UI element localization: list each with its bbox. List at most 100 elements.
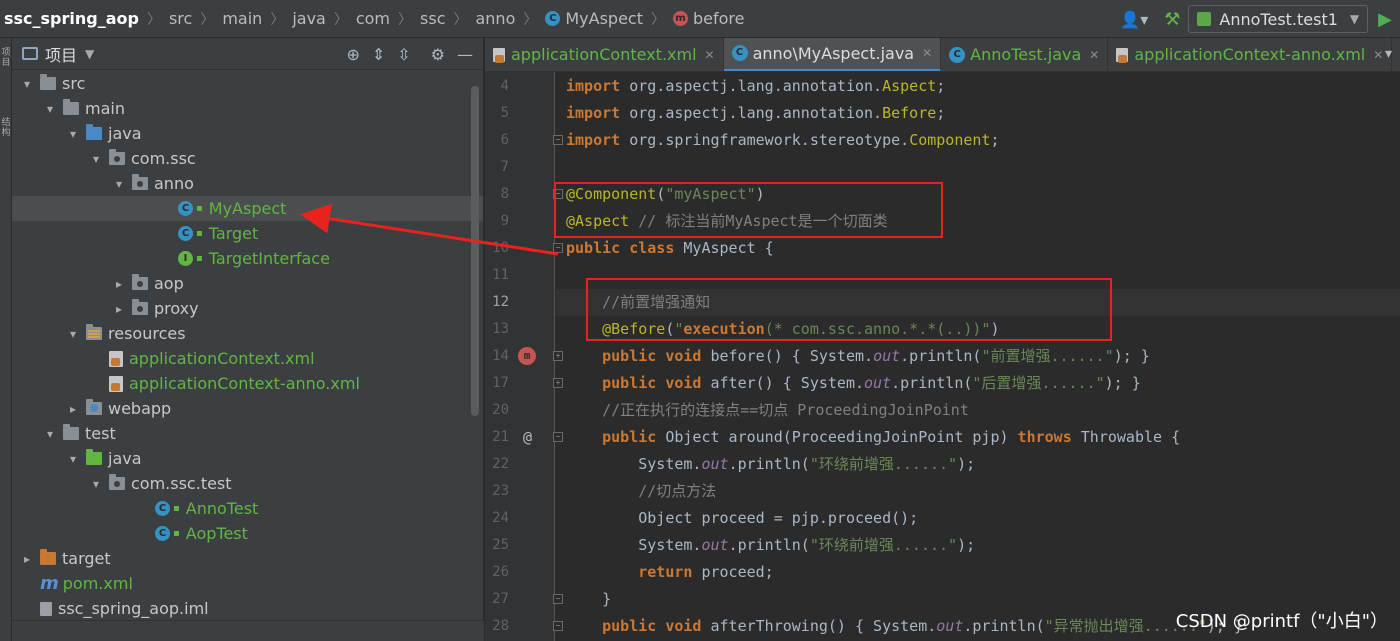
tree-item[interactable]: C ▪ MyAspect — [12, 196, 483, 221]
editor-tab[interactable]: applicationContext.xml ✕ — [485, 38, 724, 71]
tree-item[interactable]: ▾ src — [12, 71, 483, 96]
chevron-down-icon[interactable]: ▾ — [43, 427, 57, 441]
code-line[interactable]: public void after() { System.out.println… — [566, 370, 1141, 397]
scrollbar[interactable] — [471, 86, 479, 416]
code-token: public class — [566, 239, 684, 257]
fold-marker-icon[interactable]: + — [553, 378, 563, 388]
tree-item[interactable]: C ▪ Target — [12, 221, 483, 246]
breadcrumb-label: ssc_spring_aop — [4, 9, 139, 28]
chevron-down-icon[interactable]: ▾ — [43, 102, 57, 116]
tree-item[interactable]: ▾ resources — [12, 321, 483, 346]
gear-icon[interactable]: ⚙ — [431, 45, 445, 64]
breadcrumb-item[interactable]: C MyAspect — [545, 9, 643, 28]
tree-item[interactable]: I ▪ TargetInterface — [12, 246, 483, 271]
fold-marker-icon[interactable]: − — [553, 594, 563, 604]
fold-marker-icon[interactable]: − — [553, 621, 563, 631]
code-token: { System. — [855, 617, 937, 635]
breadcrumb-item[interactable]: ssc — [420, 9, 445, 28]
close-icon[interactable]: ✕ — [1089, 48, 1099, 62]
fold-marker-icon[interactable]: − — [553, 432, 563, 442]
chevron-right-icon[interactable]: ▸ — [20, 552, 34, 566]
code-line[interactable]: import org.springframework.stereotype.Co… — [566, 127, 1000, 154]
tree-item[interactable]: ▾ anno — [12, 171, 483, 196]
tree-item[interactable]: m pom.xml — [12, 571, 483, 596]
fold-marker-icon[interactable]: − — [553, 135, 563, 145]
tree-item[interactable]: applicationContext.xml — [12, 346, 483, 371]
breadcrumb-item[interactable]: main — [222, 9, 262, 28]
chevron-right-icon[interactable]: ▸ — [112, 302, 126, 316]
code-line[interactable]: public void before() { System.out.printl… — [566, 343, 1150, 370]
code-line[interactable]: public void afterThrowing() { System.out… — [566, 613, 1243, 640]
run-icon[interactable]: ▶ — [1378, 9, 1392, 30]
chevron-down-icon[interactable]: ▼ — [85, 47, 94, 61]
chevron-down-icon[interactable]: ▾ — [89, 477, 103, 491]
tree-item[interactable]: C ▪ AopTest — [12, 521, 483, 546]
chevron-down-icon[interactable]: ▾ — [66, 327, 80, 341]
tree-item[interactable]: applicationContext-anno.xml — [12, 371, 483, 396]
advice-method-icon[interactable]: m — [518, 347, 536, 365]
editor-tab[interactable]: Canno\MyAspect.java ✕ — [723, 38, 942, 71]
tree-item[interactable]: ssc_spring_aop.iml — [12, 596, 483, 621]
code-line[interactable]: //切点方法 — [566, 478, 716, 505]
code-line[interactable]: public class MyAspect { — [566, 235, 774, 262]
chevron-down-icon[interactable]: ▾ — [66, 452, 80, 466]
tree-item[interactable]: ▾ main — [12, 96, 483, 121]
locate-icon[interactable]: ⊕ — [346, 45, 359, 64]
minimize-icon[interactable]: — — [457, 45, 473, 64]
breadcrumb-item[interactable]: anno — [475, 9, 515, 28]
close-icon[interactable]: ✕ — [705, 48, 715, 62]
tree-item[interactable]: ▸ webapp — [12, 396, 483, 421]
at-annotation-icon[interactable]: @ — [523, 428, 532, 446]
chevron-down-icon[interactable]: ▾ — [66, 127, 80, 141]
fold-marker-icon[interactable]: + — [553, 351, 563, 361]
code-editor[interactable]: 4 5 6 7 8 9 10 11 12 13 14 17 20 21 22 23 24 25 26 27 28 m @ − −… — [485, 72, 1400, 641]
tree-item[interactable]: ▸ aop — [12, 271, 483, 296]
code-line[interactable]: } — [566, 586, 611, 613]
line-number: 12 — [492, 294, 509, 310]
line-number: 27 — [492, 591, 509, 607]
breadcrumb-item[interactable]: m before — [672, 9, 744, 28]
code-line[interactable]: System.out.println("环绕前增强......"); — [566, 532, 975, 559]
collapse-all-icon[interactable]: ⇳ — [397, 45, 410, 64]
chevron-right-icon[interactable]: ▸ — [112, 277, 126, 291]
tool-tab-structure[interactable]: 结构 — [1, 118, 11, 138]
code-token: { System. — [791, 347, 874, 365]
line-number: 10 — [492, 240, 509, 256]
breadcrumb-item[interactable]: ssc_spring_aop — [0, 9, 139, 28]
build-hammer-icon[interactable]: ⚒ — [1164, 9, 1180, 30]
tree-item[interactable]: ▾ java — [12, 446, 483, 471]
breadcrumb-item[interactable]: com — [356, 9, 390, 28]
fold-marker-icon[interactable]: − — [553, 243, 563, 253]
user-icon[interactable]: 👤▾ — [1120, 10, 1148, 29]
chevron-down-icon[interactable]: ▾ — [89, 152, 103, 166]
code-line[interactable]: import org.aspectj.lang.annotation.Aspec… — [566, 73, 945, 100]
code-line[interactable]: import org.aspectj.lang.annotation.Befor… — [566, 100, 945, 127]
tree-item[interactable]: ▾ test — [12, 421, 483, 446]
chevron-down-icon[interactable]: ▾ — [112, 177, 126, 191]
breadcrumb-item[interactable]: java — [292, 9, 326, 28]
tree-item[interactable]: ▾ com.ssc — [12, 146, 483, 171]
code-line[interactable]: return proceed; — [566, 559, 773, 586]
tool-tab-project[interactable]: 项目 — [1, 48, 11, 68]
code-line[interactable]: System.out.println("环绕前增强......"); — [566, 451, 975, 478]
line-number: 8 — [500, 186, 509, 202]
close-icon[interactable]: ✕ — [1373, 48, 1383, 62]
editor-tab[interactable]: applicationContext-anno.xml ✕ — [1108, 38, 1393, 71]
chevron-right-icon[interactable]: ▸ — [66, 402, 80, 416]
line-number: 6 — [500, 132, 509, 148]
breadcrumb-item[interactable]: src — [169, 9, 192, 28]
tree-item[interactable]: ▾ com.ssc.test — [12, 471, 483, 496]
tab-list-icon[interactable]: ▾ — [1385, 46, 1392, 62]
run-config-dropdown[interactable]: AnnoTest.test1 ▼ — [1188, 5, 1369, 33]
code-line[interactable]: Object proceed = pjp.proceed(); — [566, 505, 918, 532]
code-line[interactable]: public Object around(ProceedingJoinPoint… — [566, 424, 1180, 451]
tree-item[interactable]: ▸ target — [12, 546, 483, 571]
tree-item[interactable]: ▸ proxy — [12, 296, 483, 321]
code-line[interactable]: //正在执行的连接点==切点 ProceedingJoinPoint — [566, 397, 969, 424]
tree-item[interactable]: C ▪ AnnoTest — [12, 496, 483, 521]
expand-all-icon[interactable]: ⇕ — [372, 45, 385, 64]
tree-item[interactable]: ▾ java — [12, 121, 483, 146]
chevron-down-icon[interactable]: ▾ — [20, 77, 34, 91]
close-icon[interactable]: ✕ — [922, 46, 932, 60]
editor-tab[interactable]: C AnnoTest.java ✕ — [941, 38, 1109, 71]
